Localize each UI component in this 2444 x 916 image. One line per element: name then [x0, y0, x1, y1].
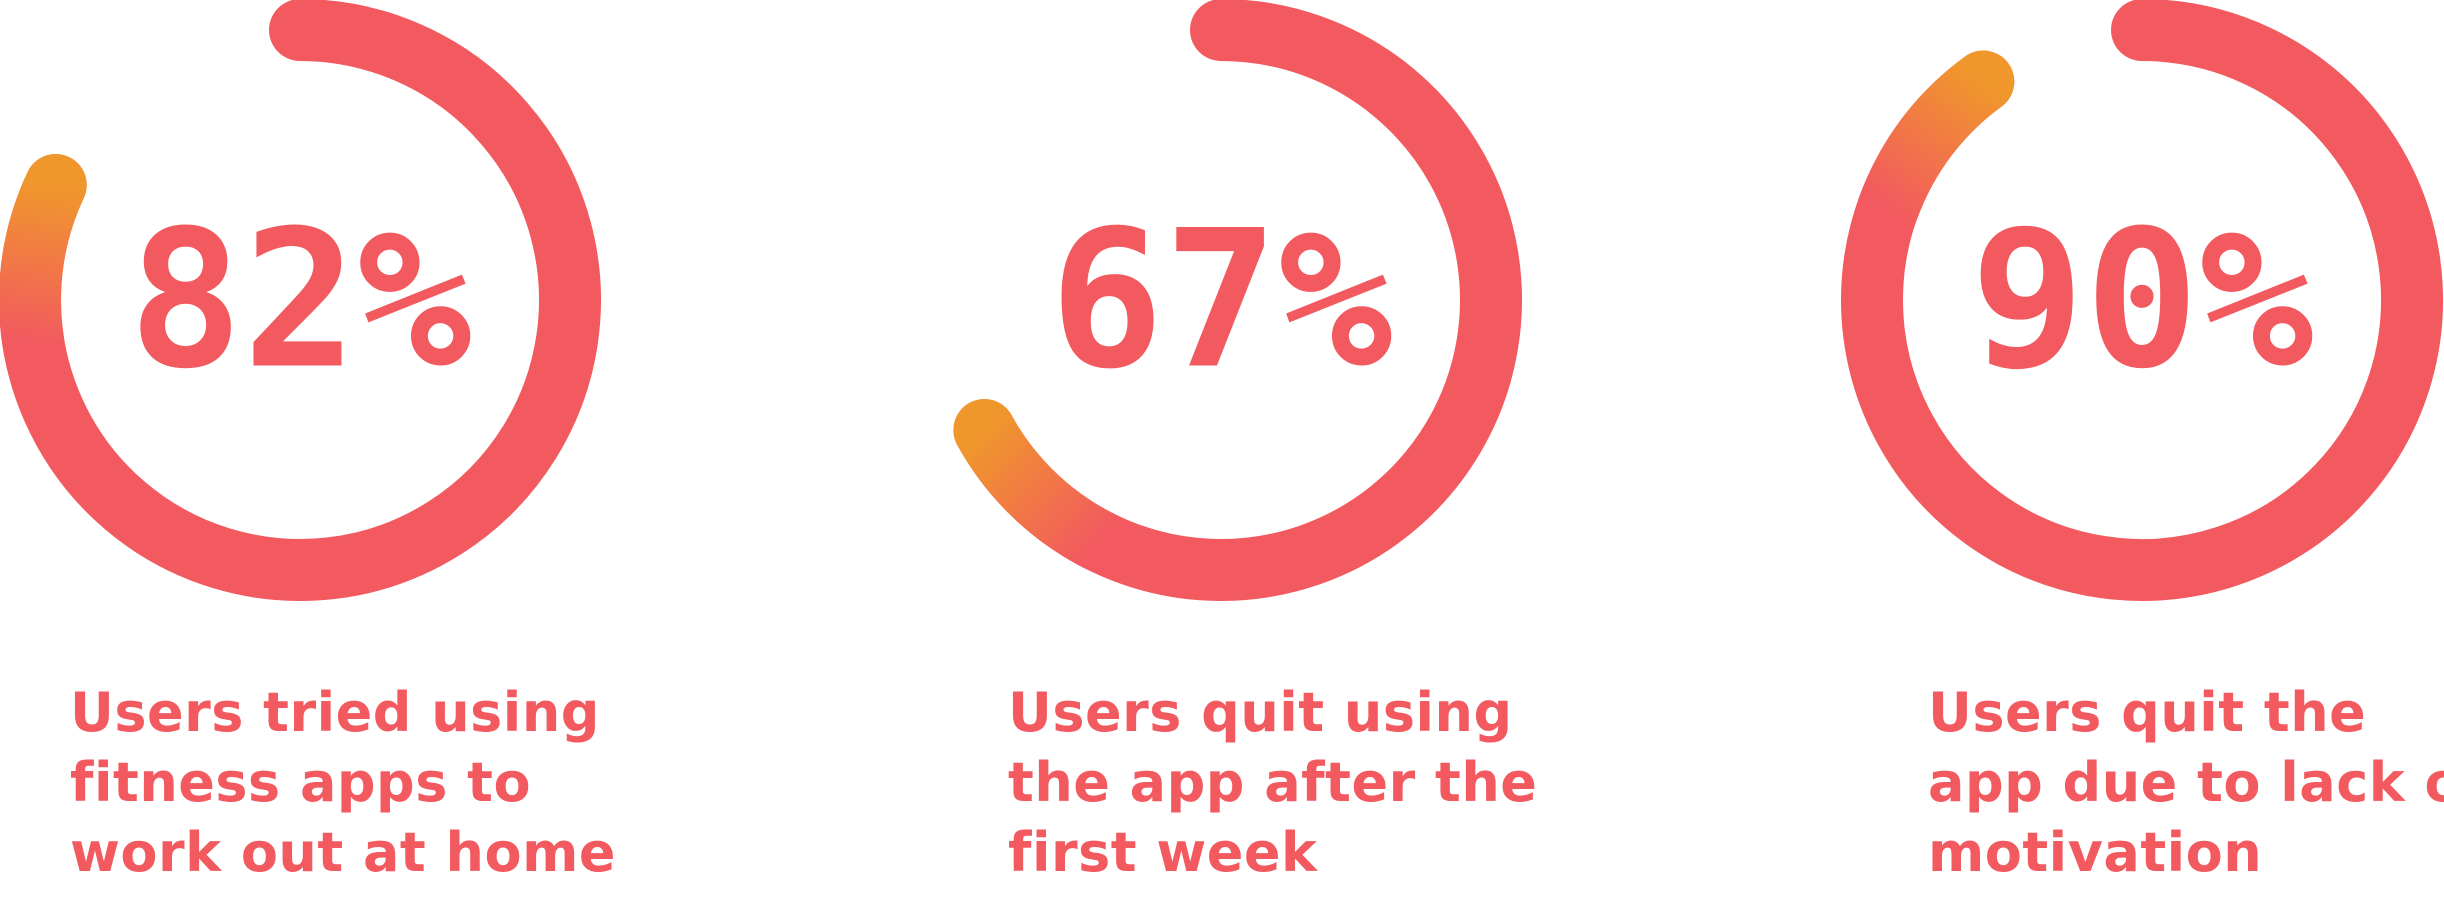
stat-value-2: 90%: [1970, 190, 2313, 411]
stat-ring-1: 67%: [953, 0, 1522, 601]
ring-arc-tail: [953, 399, 1129, 572]
ring-arc-tail: [1857, 50, 2015, 239]
stat-caption-1: Users quit using the app after the first…: [1008, 678, 1568, 888]
stat-caption-line: fitness apps to: [70, 751, 532, 814]
stat-caption-line: the app after the: [1008, 751, 1538, 814]
stat-caption-line: first week: [1008, 821, 1318, 884]
stat-value-0: 82%: [128, 190, 471, 411]
ring-arc-tail: [0, 154, 87, 373]
stat-ring-0: 82%: [0, 0, 601, 601]
stat-ring-2: 90%: [1841, 0, 2443, 601]
stat-value-1: 67%: [1049, 190, 1392, 411]
stat-caption-0: Users tried using fitness apps to work o…: [70, 678, 630, 888]
stat-caption-line: Users quit the: [1928, 681, 2367, 744]
stat-caption-line: Users tried using: [70, 681, 600, 744]
stat-caption-2: Users quit the app due to lack of motiva…: [1928, 678, 2444, 888]
stat-caption-line: motivation: [1928, 821, 2263, 884]
stat-caption-line: app due to lack of: [1928, 751, 2444, 814]
stat-caption-line: Users quit using: [1008, 681, 1513, 744]
stat-caption-line: work out at home: [70, 821, 616, 884]
